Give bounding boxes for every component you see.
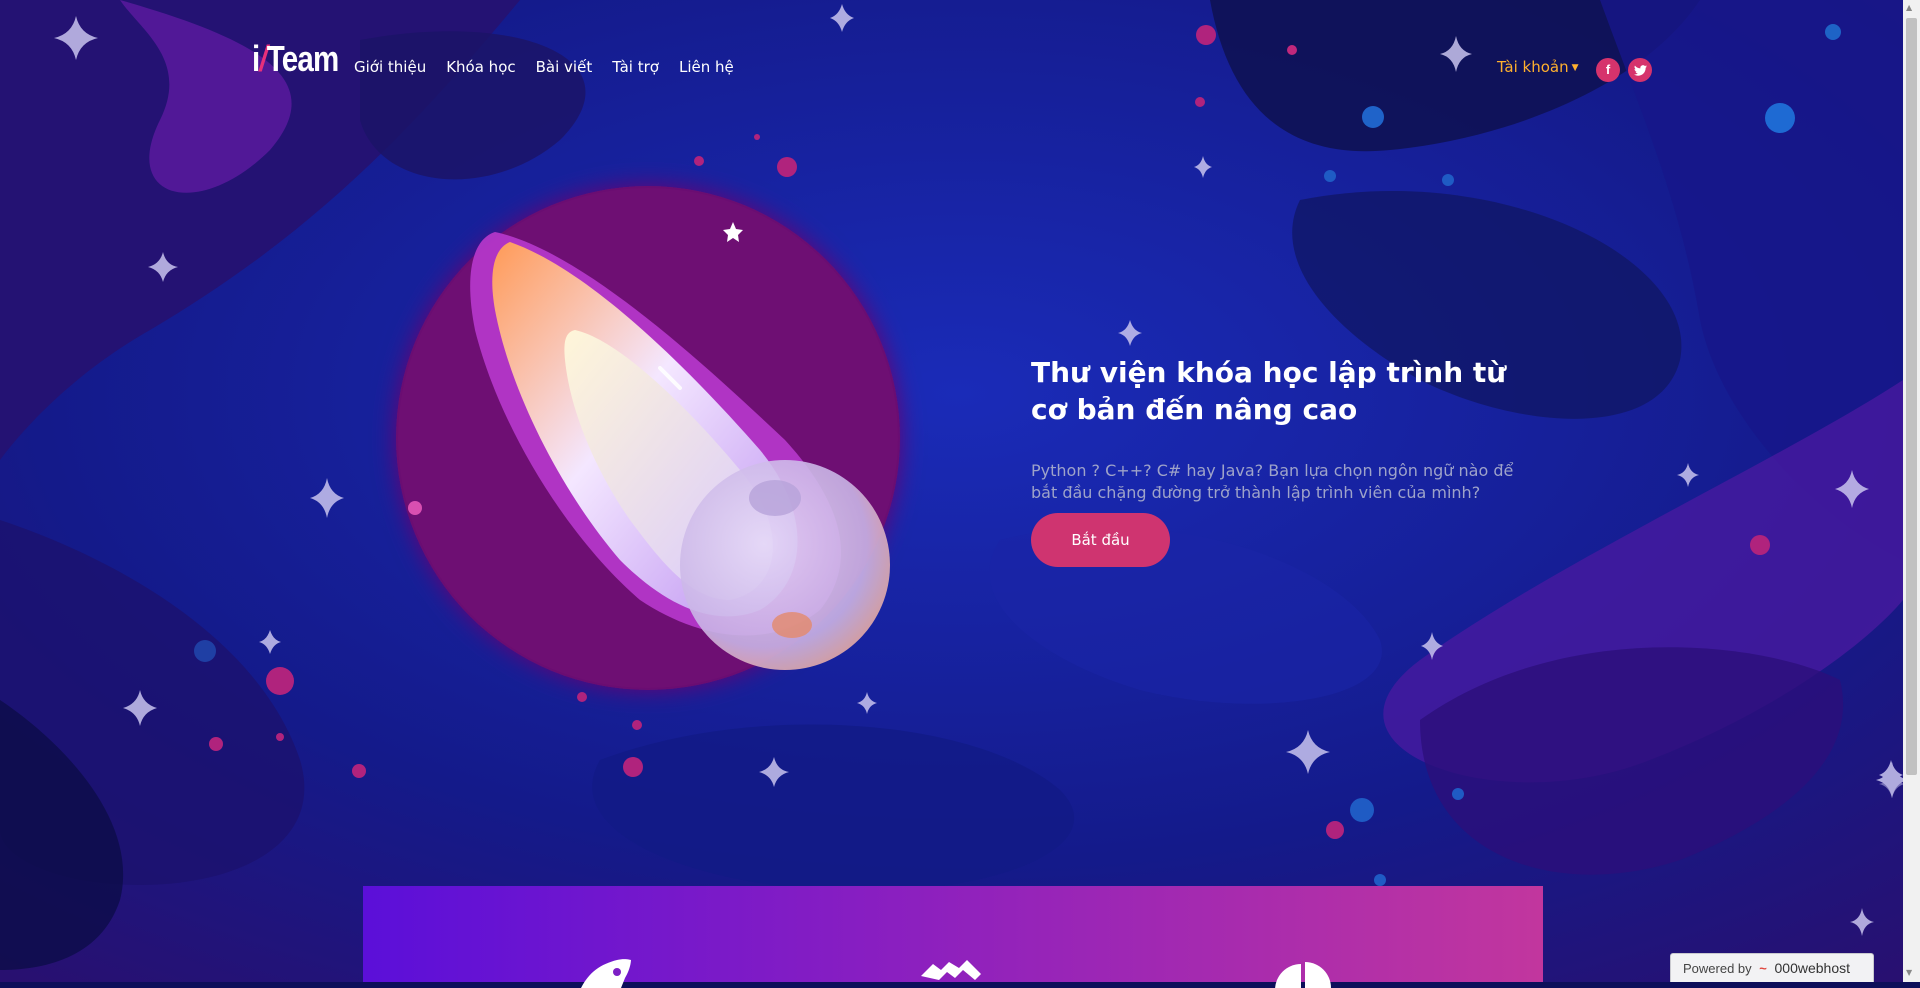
hero-title: Thư viện khóa học lập trình từ cơ bản đế… bbox=[1031, 356, 1507, 426]
logo-text-i: i bbox=[252, 38, 260, 79]
handshake-icon bbox=[921, 960, 981, 980]
twitter-bird-icon bbox=[1633, 65, 1647, 76]
nav-item-tai-tro[interactable]: Tài trợ bbox=[612, 58, 659, 76]
facebook-icon[interactable]: f bbox=[1596, 58, 1620, 82]
powered-by-brand: 000webhost bbox=[1774, 960, 1851, 976]
logo-slash: / bbox=[259, 38, 267, 79]
caret-down-icon: ▼ bbox=[1571, 63, 1579, 73]
powered-by-label: Powered by bbox=[1683, 961, 1752, 976]
logo-text-team: Team bbox=[266, 38, 339, 79]
nav-item-khoa-hoc[interactable]: Khóa học bbox=[446, 58, 515, 76]
top-navbar: i/Team Giới thiệu Khóa học Bài viết Tài … bbox=[0, 0, 1920, 140]
hero-subtitle: Python ? C++? C# hay Java? Bạn lựa chọn … bbox=[1031, 461, 1514, 502]
features-panel bbox=[363, 886, 1543, 988]
nav-item-gioi-thieu[interactable]: Giới thiệu bbox=[354, 58, 426, 76]
main-menu: Giới thiệu Khóa học Bài viết Tài trợ Liê… bbox=[354, 58, 734, 76]
scroll-up-arrow-icon[interactable]: ▲ bbox=[1906, 3, 1912, 12]
facebook-glyph: f bbox=[1605, 62, 1611, 77]
scrollbar-thumb[interactable] bbox=[1906, 18, 1917, 775]
scroll-down-arrow-icon[interactable]: ▼ bbox=[1906, 968, 1912, 977]
site-logo[interactable]: i/Team bbox=[252, 38, 339, 80]
account-label: Tài khoản bbox=[1497, 58, 1569, 76]
webhost-logo-icon: ~ bbox=[1759, 961, 1767, 976]
account-dropdown[interactable]: Tài khoản ▼ bbox=[1497, 58, 1579, 76]
nav-item-lien-he[interactable]: Liên hệ bbox=[679, 58, 734, 76]
twitter-icon[interactable] bbox=[1628, 58, 1652, 82]
pie-chart-icon bbox=[1275, 962, 1331, 988]
space-background bbox=[0, 0, 1920, 982]
start-button[interactable]: Bắt đầu bbox=[1031, 513, 1170, 567]
rocket-icon bbox=[581, 959, 631, 988]
powered-by-badge[interactable]: Powered by ~ 000webhost bbox=[1670, 953, 1874, 982]
nav-item-bai-viet[interactable]: Bài viết bbox=[536, 58, 593, 76]
